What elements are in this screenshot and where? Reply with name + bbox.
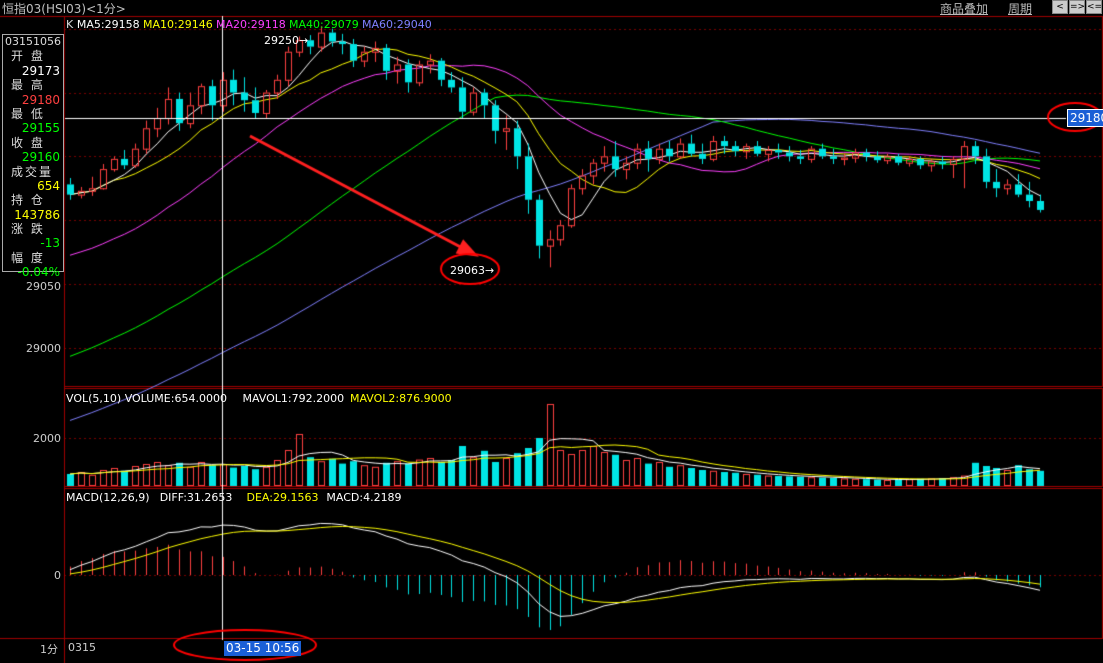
volume-tick: 2000 [33,432,61,445]
price-indicator-2: MA10:29146 [143,18,213,31]
price-indicator-3: MA20:29118 [216,18,286,31]
quote-label: 成交量 [11,164,54,179]
quote-label: 幅 度 [11,250,45,265]
quote-label: 收 盘 [11,135,45,150]
quote-label: 最 高 [11,78,45,93]
quote-value: 29180 [21,92,60,107]
period-button[interactable]: 周期 [1008,0,1032,17]
quote-label: 开 盘 [11,49,45,64]
quote-label: 持 仓 [11,193,45,208]
volume-indicator-0: VOL(5,10) VOLUME:654.0000 [66,392,227,405]
price-indicator-5: MA60:29040 [362,18,432,31]
quote-code: 03151056 [5,35,61,48]
low-label: 29063→ [450,264,495,277]
volume-indicator-2: MAVOL2:876.9000 [350,392,452,405]
quote-value: 29155 [21,121,60,136]
price-indicator-1: MA5:29158 [76,18,140,31]
nav-shrink-button[interactable]: <= [1086,0,1102,14]
kline-chart-canvas[interactable] [0,0,1103,663]
macd-tick: 0 [54,569,61,582]
period-label: 1分 [40,643,58,656]
macd-indicator-1: DIFF:31.2653 [159,491,233,504]
quote-value: -13 [40,236,60,251]
overlay-button[interactable]: 商品叠加 [940,0,988,17]
x-start-label: 0315 [68,641,96,654]
quote-value: 654 [37,178,60,193]
quote-value: 29173 [21,63,60,78]
quote-value: 29160 [21,150,60,165]
crosshair-price-label: 29180 [1067,109,1103,127]
quote-value: 143786 [14,207,60,222]
nav-prev-button[interactable]: < [1052,0,1068,14]
price-indicator-4: MA40:29079 [289,18,359,31]
price-tick: 29000 [26,342,61,355]
quote-label: 最 低 [11,106,45,121]
macd-indicator-3: MACD:4.2189 [326,491,402,504]
quote-label: 涨 跌 [11,222,45,237]
volume-indicator-1: MAVOL1:792.2000 [242,392,345,405]
quote-value: -0.04% [17,265,60,280]
price-tick: 29050 [26,280,61,293]
macd-indicator-2: DEA:29.1563 [246,491,319,504]
nav-expand-button[interactable]: => [1069,0,1085,14]
title-bar: 恒指03(HSI03)<1分> 商品叠加 周期 < => <= [0,0,1103,16]
macd-indicator-0: MACD(12,26,9) [66,491,150,504]
high-label: 29250→ [264,34,309,47]
price-indicator-0: K [66,18,74,31]
crosshair-time-label: 03-15 10:56 [224,641,302,656]
window-title: 恒指03(HSI03)<1分> [2,2,126,16]
quote-info-panel: 03151056 开 盘 29173 最 高 29180 最 低 29155 收 盘 2916… [2,34,64,279]
